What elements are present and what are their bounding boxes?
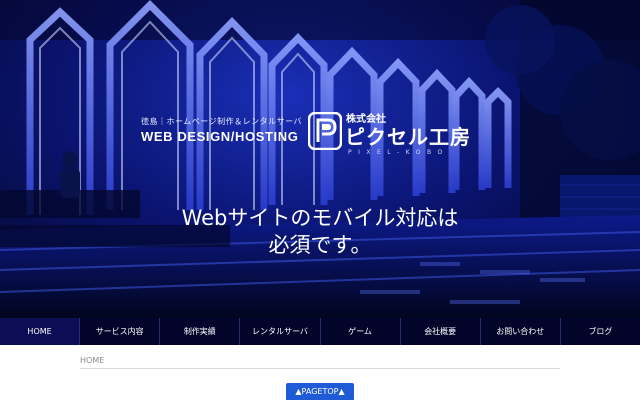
nav-item-services[interactable]: サービス内容: [79, 318, 159, 345]
nav-item-contact[interactable]: お問い合わせ: [479, 318, 560, 345]
nav-item-home[interactable]: HOME: [0, 318, 80, 345]
nav-item-label: サービス内容: [95, 327, 144, 336]
nav-item-label: レンタルサーバ: [251, 327, 308, 336]
logo-name: ピクセル工房: [345, 125, 471, 149]
hero-banner: 徳島｜ホームページ制作＆レンタルサーバ WEB DESIGN/HOSTING 株…: [0, 0, 640, 318]
hero-headline-line1: Webサイトのモバイル対応は: [181, 206, 459, 230]
nav-item-label: 制作実績: [183, 327, 216, 336]
brand-header[interactable]: 徳島｜ホームページ制作＆レンタルサーバ WEB DESIGN/HOSTING 株…: [141, 112, 513, 162]
breadcrumb-divider: [80, 368, 560, 369]
nav-item-label: HOME: [27, 327, 52, 336]
nav-item-label: ブログ: [588, 327, 613, 336]
nav-item-label: 会社概要: [424, 327, 457, 336]
tagline-sub: 徳島｜ホームページ制作＆レンタルサーバ: [141, 117, 303, 126]
main-nav: HOME サービス内容 制作実績 レンタルサーバ ゲーム 会社概要 お問い合わせ…: [0, 318, 640, 345]
tagline-main: WEB DESIGN/HOSTING: [141, 129, 299, 144]
nav-item-company[interactable]: 会社概要: [399, 318, 480, 345]
nav-item-blog[interactable]: ブログ: [559, 318, 640, 345]
nav-item-label: ゲーム: [348, 327, 372, 336]
nav-item-label: お問い合わせ: [496, 327, 545, 336]
pagetop-button[interactable]: ▲PAGETOP▲: [286, 383, 354, 400]
nav-item-rental-server[interactable]: レンタルサーバ: [239, 318, 319, 345]
breadcrumb: HOME: [80, 356, 104, 365]
breadcrumb-home: HOME: [80, 356, 105, 365]
nav-item-games[interactable]: ゲーム: [319, 318, 400, 345]
hero-headline: Webサイトのモバイル対応は 必須です。: [0, 205, 640, 259]
logo-roman: PIXEL-KOBO: [348, 149, 449, 156]
pixel-kobo-logo-icon: [308, 112, 342, 150]
nav-item-works[interactable]: 制作実績: [159, 318, 239, 345]
hero-headline-line2: 必須です。: [268, 233, 372, 257]
